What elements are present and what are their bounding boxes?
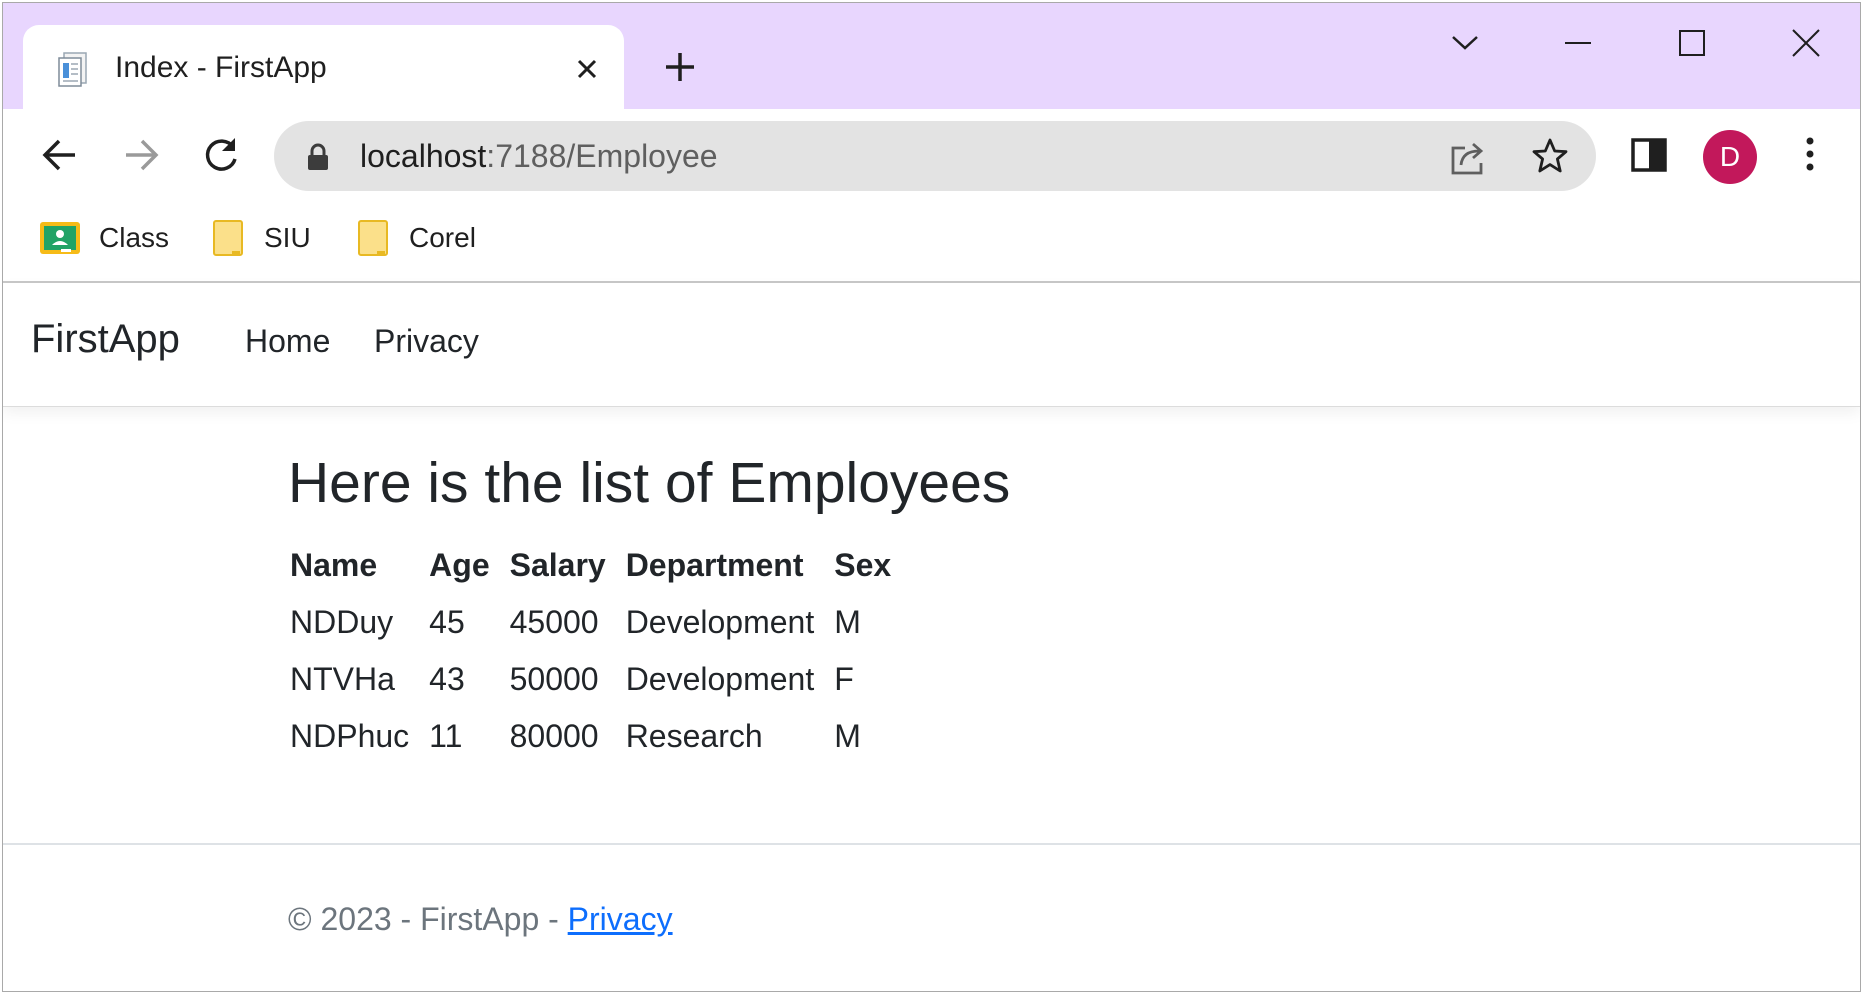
- employee-table: Name Age Salary Department Sex NDDuy 45 …: [288, 537, 909, 765]
- page-heading: Here is the list of Employees: [288, 451, 1011, 515]
- browser-toolbar: localhost:7188/Employee D: [3, 109, 1860, 201]
- bookmark-corel[interactable]: Corel: [355, 215, 476, 261]
- close-icon: [1792, 29, 1820, 57]
- close-tab-icon[interactable]: [568, 50, 606, 88]
- footer-text: © 2023 - FirstApp - Privacy: [288, 901, 673, 938]
- footer-privacy-link[interactable]: Privacy: [568, 901, 673, 937]
- browser-window: Index - FirstApp localhost:7188/Employee…: [2, 2, 1861, 992]
- minimize-icon: [1565, 42, 1591, 44]
- bookmark-label: Corel: [409, 222, 476, 253]
- more-vertical-icon[interactable]: [1787, 132, 1833, 178]
- folder-icon: [213, 220, 243, 256]
- folder-icon: [358, 220, 388, 256]
- table-header-row: Name Age Salary Department Sex: [288, 537, 909, 594]
- site-navbar: FirstApp Home Privacy: [3, 283, 1860, 407]
- column-header-sex: Sex: [834, 547, 892, 583]
- bookmark-siu[interactable]: SIU: [210, 215, 311, 261]
- url-host: localhost: [360, 138, 487, 174]
- cell-name: NTVHa: [290, 661, 395, 697]
- copyright-text: © 2023 - FirstApp -: [288, 901, 568, 937]
- share-icon[interactable]: [1449, 138, 1489, 176]
- bookmarks-bar: Class SIU Corel: [3, 201, 1860, 283]
- cell-age: 43: [429, 661, 465, 697]
- cell-age: 11: [429, 718, 463, 754]
- column-header-department: Department: [625, 547, 804, 583]
- minimize-button[interactable]: [1548, 23, 1608, 63]
- cell-sex: F: [834, 661, 854, 697]
- forward-arrow-icon[interactable]: [118, 132, 164, 178]
- tab-title: Index - FirstApp: [115, 51, 327, 84]
- cell-department: Development: [625, 661, 815, 697]
- side-panel-icon[interactable]: [1627, 132, 1673, 178]
- back-arrow-icon[interactable]: [37, 132, 83, 178]
- lock-icon[interactable]: [307, 143, 329, 171]
- table-row: NDDuy 45 45000 Development M: [288, 594, 909, 651]
- url-text[interactable]: localhost:7188/Employee: [360, 133, 718, 179]
- chevron-down-icon: [1452, 36, 1478, 50]
- maximize-button[interactable]: [1662, 23, 1722, 63]
- site-footer: © 2023 - FirstApp - Privacy: [3, 843, 1860, 991]
- main-content: Here is the list of Employees Name Age S…: [288, 447, 1010, 765]
- google-classroom-icon: [40, 222, 80, 254]
- web-page: FirstApp Home Privacy Here is the list o…: [3, 283, 1860, 991]
- new-tab-icon[interactable]: [660, 47, 700, 87]
- table-row: NTVHa 43 50000 Development F: [288, 651, 909, 708]
- table-row: NDPhuc 11 80000 Research M: [288, 708, 909, 765]
- cell-sex: M: [834, 604, 861, 640]
- bookmark-label: SIU: [264, 222, 311, 253]
- tab-search-button[interactable]: [1435, 23, 1495, 63]
- browser-tab[interactable]: Index - FirstApp: [23, 25, 624, 111]
- cell-department: Research: [625, 718, 763, 754]
- document-favicon-icon: [58, 52, 87, 87]
- column-header-salary: Salary: [509, 547, 606, 583]
- cell-age: 45: [429, 604, 465, 640]
- cell-name: NDDuy: [290, 604, 394, 640]
- site-brand-link[interactable]: FirstApp: [31, 317, 180, 362]
- column-header-name: Name: [290, 547, 378, 583]
- column-header-age: Age: [429, 547, 490, 583]
- tab-strip: Index - FirstApp: [3, 3, 1860, 111]
- reload-icon[interactable]: [198, 132, 244, 178]
- maximize-icon: [1679, 30, 1705, 56]
- nav-home-link[interactable]: Home: [245, 323, 330, 360]
- cell-salary: 45000: [509, 604, 599, 640]
- cell-salary: 50000: [509, 661, 599, 697]
- close-window-button[interactable]: [1776, 23, 1836, 63]
- cell-department: Development: [625, 604, 815, 640]
- bookmark-star-icon[interactable]: [1531, 137, 1569, 175]
- url-path: :7188/Employee: [486, 138, 718, 174]
- profile-avatar[interactable]: D: [1703, 130, 1757, 184]
- cell-salary: 80000: [509, 718, 599, 754]
- cell-sex: M: [834, 718, 861, 754]
- bookmark-label: Class: [99, 222, 170, 253]
- nav-privacy-link[interactable]: Privacy: [374, 323, 479, 360]
- bookmark-class[interactable]: Class: [39, 215, 169, 261]
- address-bar[interactable]: localhost:7188/Employee: [274, 121, 1596, 191]
- cell-name: NDPhuc: [290, 718, 410, 754]
